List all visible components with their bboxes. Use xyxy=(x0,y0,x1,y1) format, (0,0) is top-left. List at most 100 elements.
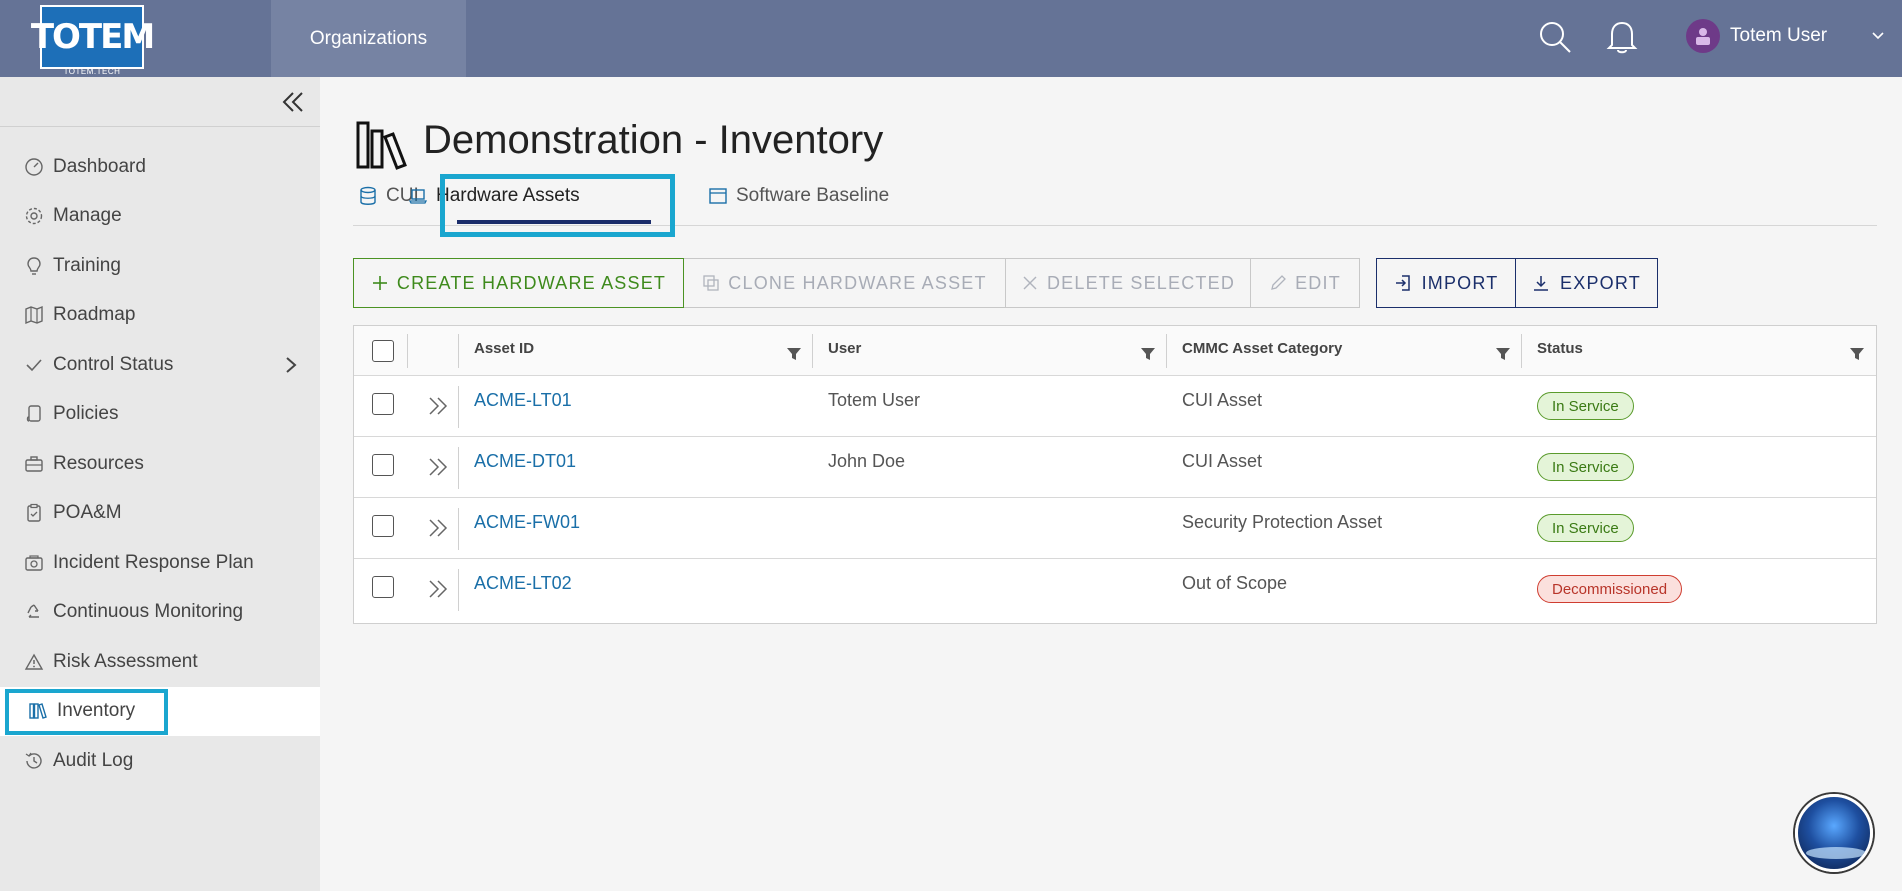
export-button[interactable]: EXPORT xyxy=(1516,258,1658,308)
sidebar-item-label: Incident Response Plan xyxy=(53,551,254,573)
expand-row-icon[interactable] xyxy=(426,455,450,479)
scroll-icon xyxy=(24,404,44,424)
column-divider xyxy=(458,386,459,428)
avatar xyxy=(1686,19,1720,53)
sidebar-item-control-status[interactable]: Control Status xyxy=(0,340,320,390)
select-all-checkbox[interactable] xyxy=(372,340,394,362)
asset-user: Totem User xyxy=(828,390,921,410)
download-icon xyxy=(1534,276,1549,291)
search-icon[interactable] xyxy=(1538,20,1572,54)
create-hardware-asset-button[interactable]: CREATE HARDWARE ASSET xyxy=(353,258,684,308)
user-icon xyxy=(1696,28,1710,45)
filter-icon[interactable] xyxy=(1849,346,1865,362)
pencil-icon xyxy=(1271,275,1287,290)
totem-logo[interactable]: TOTEM TOTEM.TECH xyxy=(31,5,155,76)
logo-box: TOTEM xyxy=(31,5,155,69)
asset-toolbar: CREATE HARDWARE ASSET CLONE HARDWARE ASS… xyxy=(353,258,1360,308)
sidebar-item-incident-response[interactable]: Incident Response Plan xyxy=(0,538,320,588)
main-content: Demonstration - Inventory CUI Hardware A… xyxy=(320,77,1902,891)
camera-icon xyxy=(24,553,44,573)
aurora-image xyxy=(1806,847,1866,859)
chevron-right-icon[interactable] xyxy=(282,355,300,375)
sidebar-item-inventory[interactable]: Inventory xyxy=(0,686,320,736)
column-divider xyxy=(458,447,459,489)
clipboard-icon xyxy=(24,503,44,523)
asset-id-link[interactable]: ACME-DT01 xyxy=(474,451,576,472)
column-header-user[interactable]: User xyxy=(828,340,861,357)
expand-row-icon[interactable] xyxy=(426,516,450,540)
sidebar-item-manage[interactable]: Manage xyxy=(0,192,320,242)
history-icon xyxy=(24,751,44,771)
table-row[interactable]: ACME-LT02 Out of Scope Decommissioned xyxy=(354,559,1876,620)
column-header-asset-id[interactable]: Asset ID xyxy=(474,340,534,357)
table-row[interactable]: ACME-DT01 John Doe CUI Asset In Service xyxy=(354,437,1876,498)
sidebar-item-training[interactable]: Training xyxy=(0,241,320,291)
gear-icon xyxy=(24,206,44,226)
chevron-down-icon[interactable] xyxy=(1870,28,1886,44)
sidebar-item-label: Roadmap xyxy=(53,304,136,326)
table-row[interactable]: ACME-LT01 Totem User CUI Asset In Servic… xyxy=(354,376,1876,437)
import-icon xyxy=(1395,275,1410,291)
page-title: Demonstration - Inventory xyxy=(423,118,884,162)
column-header-cmmc-category[interactable]: CMMC Asset Category xyxy=(1182,340,1342,357)
edit-button[interactable]: EDIT xyxy=(1251,258,1360,308)
asset-category: CUI Asset xyxy=(1182,390,1263,410)
row-checkbox[interactable] xyxy=(372,576,394,598)
assistant-chat-button[interactable] xyxy=(1795,794,1873,872)
button-label: EXPORT xyxy=(1560,272,1641,293)
status-badge: In Service xyxy=(1537,392,1634,420)
asset-id-link[interactable]: ACME-LT01 xyxy=(474,390,572,411)
button-label: IMPORT xyxy=(1421,272,1499,293)
filter-icon[interactable] xyxy=(786,346,802,362)
expand-row-icon[interactable] xyxy=(426,394,450,418)
expand-row-icon[interactable] xyxy=(426,577,450,601)
sidebar-item-audit-log[interactable]: Audit Log xyxy=(0,736,320,786)
column-header-status[interactable]: Status xyxy=(1537,340,1583,357)
table-header: Asset ID User CMMC Asset Category Status xyxy=(354,326,1876,376)
sidebar-collapse-row xyxy=(0,77,320,127)
asset-user: John Doe xyxy=(828,451,906,471)
column-divider xyxy=(407,334,408,368)
asset-category: Out of Scope xyxy=(1182,573,1288,593)
tab-software-baseline[interactable]: Software Baseline xyxy=(708,185,889,207)
user-menu[interactable]: Totem User xyxy=(1686,19,1827,53)
sidebar-item-policies[interactable]: Policies xyxy=(0,390,320,440)
row-checkbox[interactable] xyxy=(372,454,394,476)
sidebar-item-risk-assessment[interactable]: Risk Assessment xyxy=(0,637,320,687)
recycle-icon xyxy=(24,602,44,622)
sidebar-item-label: POA&M xyxy=(53,502,122,524)
sidebar-item-label: Risk Assessment xyxy=(53,650,198,672)
sidebar-item-label: Audit Log xyxy=(53,749,134,771)
sidebar-item-continuous-monitoring[interactable]: Continuous Monitoring xyxy=(0,588,320,638)
bell-icon[interactable] xyxy=(1606,19,1638,55)
clone-hardware-asset-button[interactable]: CLONE HARDWARE ASSET xyxy=(684,258,1006,308)
filter-icon[interactable] xyxy=(1140,346,1156,362)
column-divider xyxy=(1166,334,1167,368)
asset-category: CUI Asset xyxy=(1182,451,1263,471)
column-divider xyxy=(1521,334,1522,368)
sidebar-item-resources[interactable]: Resources xyxy=(0,439,320,489)
column-divider xyxy=(812,334,813,368)
row-checkbox[interactable] xyxy=(372,515,394,537)
asset-id-link[interactable]: ACME-LT02 xyxy=(474,573,572,594)
filter-icon[interactable] xyxy=(1495,346,1511,362)
sidebar-item-dashboard[interactable]: Dashboard xyxy=(0,142,320,192)
row-checkbox[interactable] xyxy=(372,393,394,415)
sidebar-item-poam[interactable]: POA&M xyxy=(0,489,320,539)
lightbulb-icon xyxy=(24,256,44,276)
table-row[interactable]: ACME-FW01 Security Protection Asset In S… xyxy=(354,498,1876,559)
nav-organizations[interactable]: Organizations xyxy=(271,0,466,77)
close-icon xyxy=(1023,276,1037,290)
collapse-sidebar-icon[interactable] xyxy=(280,89,306,115)
button-label: CLONE HARDWARE ASSET xyxy=(728,272,987,293)
button-label: EDIT xyxy=(1295,272,1341,293)
asset-id-link[interactable]: ACME-FW01 xyxy=(474,512,580,533)
logo-text: TOTEM xyxy=(30,17,155,57)
status-badge: In Service xyxy=(1537,453,1634,481)
sidebar: Dashboard Manage Training Roadmap Contro… xyxy=(0,77,320,891)
import-button[interactable]: IMPORT xyxy=(1376,258,1516,308)
delete-selected-button[interactable]: DELETE SELECTED xyxy=(1006,258,1251,308)
column-divider xyxy=(458,569,459,611)
sidebar-item-roadmap[interactable]: Roadmap xyxy=(0,291,320,341)
books-icon xyxy=(356,121,407,170)
